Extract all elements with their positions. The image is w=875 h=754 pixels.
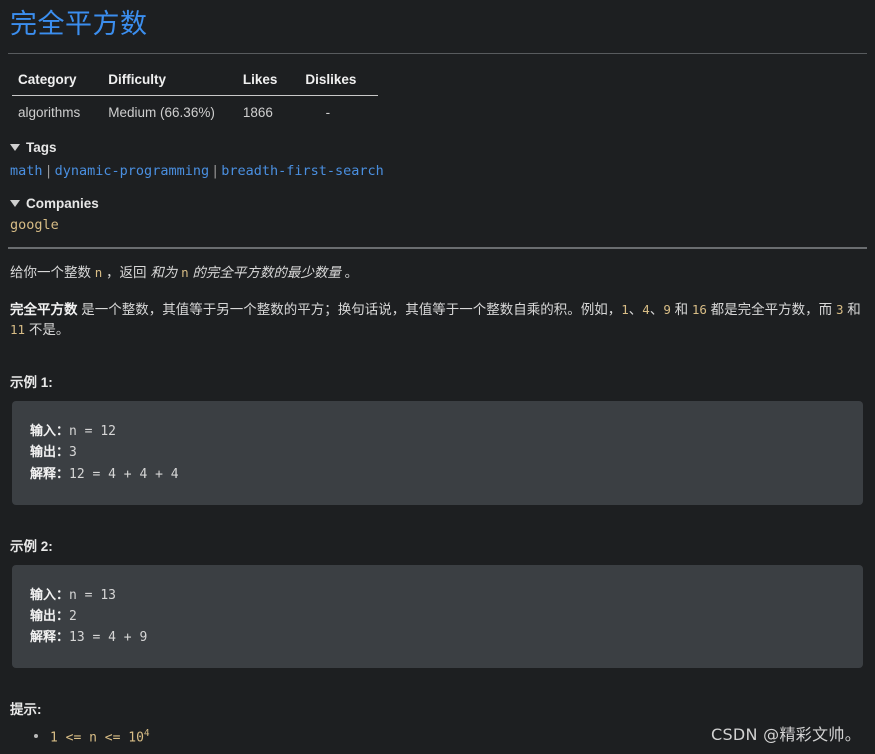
desc-text: 的完全平方数的最少数量 [188, 264, 341, 280]
column-header-likes: Likes [236, 72, 300, 97]
description-paragraph-2: 完全平方数 是一个整数，其值等于另一个整数的平方；换句话说，其值等于一个整数自乘… [10, 300, 865, 342]
cell-likes: 1866 [242, 105, 273, 121]
tag-list: math | dynamic-programming | breadth-first-s… [10, 161, 869, 181]
content-divider [8, 246, 867, 249]
example-input-label: 输入： [30, 587, 70, 603]
example-1-label: 示例 1: [10, 375, 53, 391]
table-row: algorithms Medium (66.36%) 1866 - [12, 96, 378, 127]
example-2-code-block: 输入：n = 13 输出：2 解释：13 = 4 + 9 [12, 564, 863, 668]
tag-link-dynamic-programming[interactable]: dynamic-programming [55, 163, 209, 179]
column-header-difficulty: Difficulty [102, 72, 237, 97]
hints-label: 提示: [10, 701, 42, 717]
cell-difficulty: Medium (66.36%) [108, 105, 215, 121]
table-header-row: Category Difficulty Likes Dislikes [12, 72, 379, 97]
desc-emphasis: 和为 n 的完全平方数的最少数量 [150, 265, 341, 280]
hint-exponent: 4 [143, 727, 150, 739]
tag-separator: | [211, 163, 220, 180]
cell-category: algorithms [18, 105, 81, 121]
desc-code-16: 16 [691, 301, 707, 317]
cell-dislikes: - [325, 105, 331, 121]
desc-text: 给你一个整数 [10, 264, 95, 280]
desc-text: ，返回 [102, 264, 151, 280]
example-input-value: n = 12 [69, 424, 116, 440]
desc-text: 和 [670, 301, 692, 317]
example-input-value: n = 13 [69, 587, 116, 603]
company-list: google [10, 217, 869, 233]
companies-section-header[interactable]: Companies [10, 196, 869, 211]
hint-text: 1 <= n <= 10 [50, 730, 144, 746]
title-divider [8, 53, 867, 55]
desc-text: 是一个整数，其值等于另一个整数的平方；换句话说，其值等于一个整数自乘的积。例如， [77, 301, 622, 317]
desc-code-11: 11 [10, 322, 26, 338]
example-explain-value: 13 = 4 + 9 [69, 629, 148, 645]
desc-text: 不是。 [25, 322, 70, 338]
desc-text: 和为 [150, 264, 182, 280]
desc-text: 和 [843, 301, 861, 317]
example-explain-label: 解释： [30, 466, 70, 482]
example-output-label: 输出： [30, 445, 70, 461]
company-item-google[interactable]: google [10, 217, 59, 233]
tags-section-header[interactable]: Tags [10, 140, 869, 155]
page-title: 完全平方数 [10, 9, 148, 39]
example-input-label: 输入： [30, 424, 70, 440]
problem-page: 完全平方数 Category Difficulty Likes Dislikes… [0, 8, 875, 749]
example-1-code-block: 输入：n = 12 输出：3 解释：12 = 4 + 4 + 4 [12, 401, 863, 505]
desc-code-1: 1 [621, 301, 629, 317]
column-header-dislikes: Dislikes [299, 72, 379, 97]
description-paragraph-1: 给你一个整数 n ，返回 和为 n 的完全平方数的最少数量 。 [10, 263, 865, 284]
tags-label: Tags [26, 140, 57, 156]
tag-separator: | [44, 163, 53, 180]
example-output-value: 2 [69, 608, 77, 624]
caret-down-icon [10, 199, 20, 207]
desc-strong: 完全平方数 [10, 301, 78, 317]
example-output-label: 输出： [30, 608, 70, 624]
desc-text: 、 [649, 301, 664, 317]
tag-link-breadth-first-search[interactable]: breadth-first-search [221, 163, 384, 179]
tag-link-math[interactable]: math [10, 163, 43, 179]
example-output-value: 3 [69, 445, 77, 461]
desc-text: 都是完全平方数，而 [706, 301, 836, 317]
column-header-category: Category [12, 72, 103, 97]
caret-down-icon [10, 144, 20, 152]
problem-meta-table: Category Difficulty Likes Dislikes algor… [12, 72, 379, 127]
watermark: CSDN @精彩文帅。 [710, 725, 861, 744]
example-explain-label: 解释： [30, 629, 70, 645]
desc-code-4: 4 [642, 301, 650, 317]
desc-text: 。 [340, 264, 359, 280]
desc-text: 、 [628, 301, 643, 317]
example-2-label: 示例 2: [10, 538, 53, 554]
desc-code-9: 9 [663, 301, 671, 317]
companies-label: Companies [26, 195, 99, 211]
desc-code-n: n [181, 264, 189, 280]
example-explain-value: 12 = 4 + 4 + 4 [69, 466, 179, 482]
